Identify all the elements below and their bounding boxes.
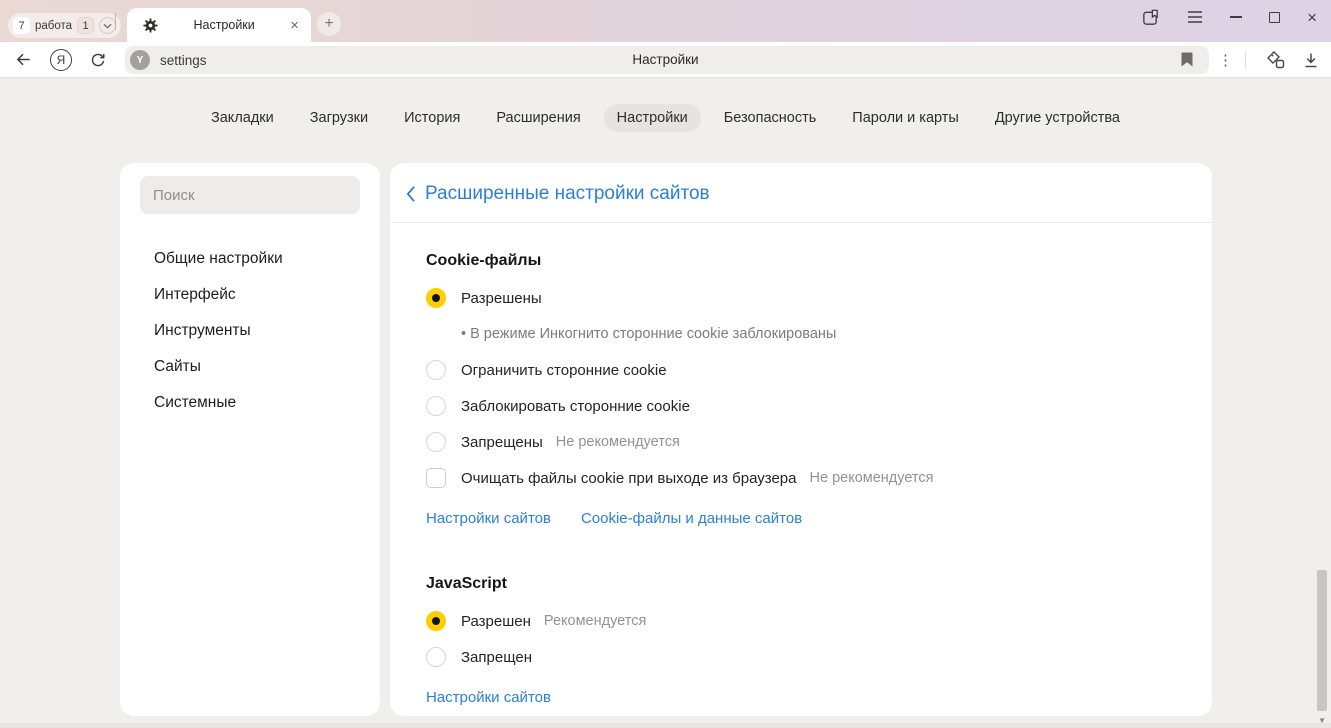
js-forbidden-option[interactable]: Запрещен <box>426 639 1176 675</box>
radio-icon[interactable] <box>426 396 446 416</box>
workspace-label: работа <box>35 20 72 32</box>
downloads-icon[interactable] <box>1301 42 1321 77</box>
radio-selected-icon[interactable] <box>426 611 446 631</box>
extensions-icon[interactable] <box>1265 42 1287 77</box>
sidebar-item-interface[interactable]: Интерфейс <box>120 277 380 313</box>
refresh-icon[interactable] <box>89 51 107 69</box>
nav-tab-settings[interactable]: Настройки <box>604 104 701 132</box>
content-page-title: Расширенные настройки сайтов <box>425 183 710 205</box>
url-text: settings <box>160 53 207 68</box>
nav-tab-security[interactable]: Безопасность <box>711 104 830 132</box>
workspace-number-badge: 7 <box>13 17 30 34</box>
site-badge-icon: Y <box>130 50 150 70</box>
js-allowed-option[interactable]: Разрешен Рекомендуется <box>426 603 1176 639</box>
yandex-logo-icon[interactable]: Я <box>50 49 72 71</box>
recommended-hint: Рекомендуется <box>544 613 646 629</box>
site-settings-link[interactable]: Настройки сайтов <box>426 510 551 527</box>
sidebar-item-sites[interactable]: Сайты <box>120 349 380 385</box>
cookies-allowed-option[interactable]: Разрешены <box>426 280 1176 316</box>
radio-icon[interactable] <box>426 360 446 380</box>
search-input[interactable] <box>140 187 360 204</box>
cookies-section: Cookie-файлы Разрешены • В режиме Инкогн… <box>426 252 1176 535</box>
nav-tab-passwords[interactable]: Пароли и карты <box>839 104 972 132</box>
workspace-chip[interactable]: 7 работа 1 <box>8 13 121 38</box>
sidebar-item-tools[interactable]: Инструменты <box>120 313 380 349</box>
settings-sidebar: Общие настройки Интерфейс Инструменты Са… <box>120 163 380 716</box>
settings-content: Расширенные настройки сайтов Cookie-файл… <box>390 163 1212 716</box>
sidebar-item-general[interactable]: Общие настройки <box>120 241 380 277</box>
radio-icon[interactable] <box>426 432 446 452</box>
close-tab-icon[interactable]: × <box>290 18 299 33</box>
nav-tab-downloads[interactable]: Загрузки <box>297 104 381 132</box>
section-title: Cookie-файлы <box>426 252 1176 270</box>
nav-tab-extensions[interactable]: Расширения <box>483 104 593 132</box>
close-window-icon[interactable]: × <box>1307 9 1317 26</box>
advanced-sites-header[interactable]: Расширенные настройки сайтов <box>390 163 1212 205</box>
maximize-icon[interactable] <box>1269 12 1280 23</box>
window-bottom-edge <box>0 723 1331 728</box>
nav-tab-bookmarks[interactable]: Закладки <box>198 104 287 132</box>
address-bar: Я Y settings Настройки ⋮ <box>0 42 1331 78</box>
not-recommended-hint: Не рекомендуется <box>556 434 680 450</box>
radio-icon[interactable] <box>426 647 446 667</box>
url-field[interactable]: Y settings <box>125 46 1209 74</box>
more-options-icon[interactable]: ⋮ <box>1218 42 1233 77</box>
back-icon[interactable] <box>14 50 33 69</box>
section-title: JavaScript <box>426 575 1176 593</box>
cookies-limit-option[interactable]: Ограничить сторонние cookie <box>426 352 1176 388</box>
settings-nav: Закладки Загрузки История Расширения Нас… <box>0 104 1331 132</box>
sidebar-item-system[interactable]: Системные <box>120 385 380 421</box>
bookmark-icon[interactable] <box>1179 51 1195 68</box>
minimize-icon[interactable] <box>1230 16 1242 18</box>
chevron-down-icon[interactable] <box>99 17 116 34</box>
gear-icon <box>143 18 158 33</box>
radio-selected-icon[interactable] <box>426 288 446 308</box>
site-settings-link[interactable]: Настройки сайтов <box>426 689 551 706</box>
nav-tab-devices[interactable]: Другие устройства <box>982 104 1133 132</box>
back-chevron-icon[interactable] <box>405 185 416 203</box>
menu-icon[interactable] <box>1187 10 1203 24</box>
addressbar-divider <box>1245 51 1246 69</box>
new-tab-button[interactable]: + <box>317 12 341 36</box>
nav-tab-history[interactable]: История <box>391 104 473 132</box>
cookies-forbidden-option[interactable]: Запрещены Не рекомендуется <box>426 424 1176 460</box>
search-box[interactable] <box>140 176 360 214</box>
browser-window: 7 работа 1 Настройки × <box>0 0 1331 728</box>
javascript-section: JavaScript Разрешен Рекомендуется Запрещ… <box>426 575 1176 714</box>
cookies-block-option[interactable]: Заблокировать сторонние cookie <box>426 388 1176 424</box>
sidebar-panel-icon[interactable] <box>1141 8 1160 27</box>
not-recommended-hint: Не рекомендуется <box>810 470 934 486</box>
checkbox-icon[interactable] <box>426 468 446 488</box>
titlebar-divider <box>115 13 116 30</box>
incognito-note: • В режиме Инкогнито сторонние cookie за… <box>426 316 1176 352</box>
scrollbar-thumb[interactable] <box>1317 570 1327 711</box>
tab-settings[interactable]: Настройки × <box>127 8 311 42</box>
cookies-data-link[interactable]: Cookie-файлы и данные сайтов <box>581 510 802 527</box>
tab-title: Настройки <box>158 18 290 32</box>
workspace-count-badge: 1 <box>77 17 94 34</box>
titlebar: 7 работа 1 Настройки × <box>0 0 1331 42</box>
clear-cookies-option[interactable]: Очищать файлы cookie при выходе из брауз… <box>426 460 1176 496</box>
